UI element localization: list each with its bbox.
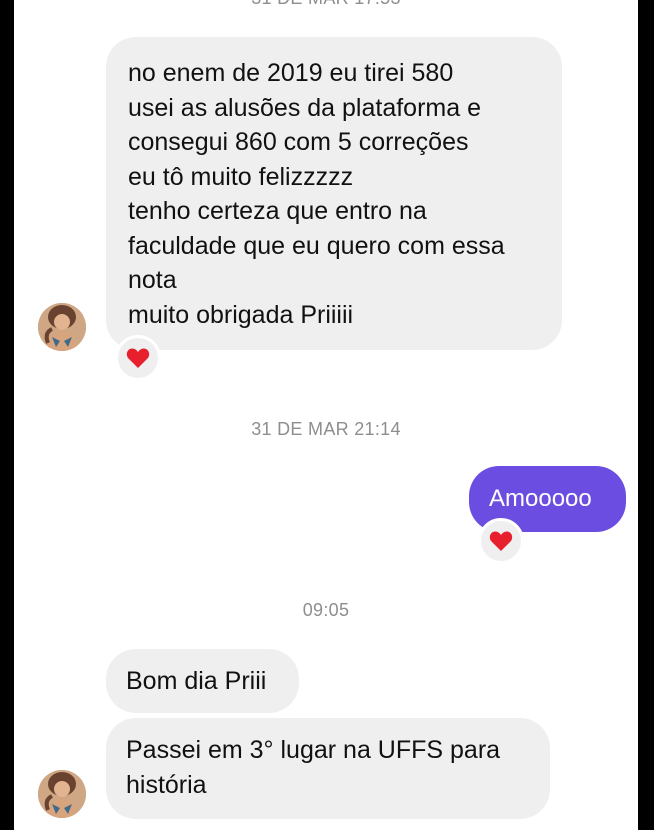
message-text: Bom dia Priii <box>126 667 267 695</box>
message-line: Passei em 3° lugar na UFFS para <box>126 736 501 764</box>
timestamp-divider: 31 DE MAR 21:14 <box>251 419 401 439</box>
contact-avatar[interactable] <box>38 303 86 351</box>
timestamp-divider: 09:05 <box>302 600 350 620</box>
heart-icon <box>126 348 150 368</box>
timestamp-top: 31 DE MAR 17:53 <box>14 0 638 9</box>
avatar-photo <box>38 303 86 351</box>
message-line: nota <box>128 266 177 294</box>
message-line: no enem de 2019 eu tirei 580 <box>128 59 454 87</box>
message-line: muito obrigada Priiiii <box>128 300 354 329</box>
received-message-bubble[interactable]: no enem de 2019 eu tirei 580 usei as alu… <box>106 37 562 350</box>
message-line: eu tô muito felizzzzz <box>128 162 354 191</box>
received-message-bubble[interactable]: Bom dia Priii <box>106 649 299 713</box>
message-line: tenho certeza que entro na <box>128 197 427 225</box>
sent-message-text: Amooooo <box>489 485 592 512</box>
message-line: história <box>126 770 207 799</box>
contact-avatar[interactable] <box>38 770 86 818</box>
chat-screen: 31 DE MAR 17:53 no enem de 2019 eu tirei… <box>14 0 638 830</box>
message-line: usei as alusões da plataforma e <box>128 93 481 122</box>
message-reaction[interactable] <box>115 335 161 381</box>
avatar-photo <box>38 770 86 818</box>
message-line: faculdade que eu quero com essa <box>128 231 505 260</box>
received-message-bubble[interactable]: Passei em 3° lugar na UFFS para história <box>106 718 550 819</box>
sent-message-reaction[interactable] <box>478 518 524 564</box>
heart-icon <box>489 531 513 551</box>
message-line: consegui 860 com 5 correções <box>128 128 469 156</box>
